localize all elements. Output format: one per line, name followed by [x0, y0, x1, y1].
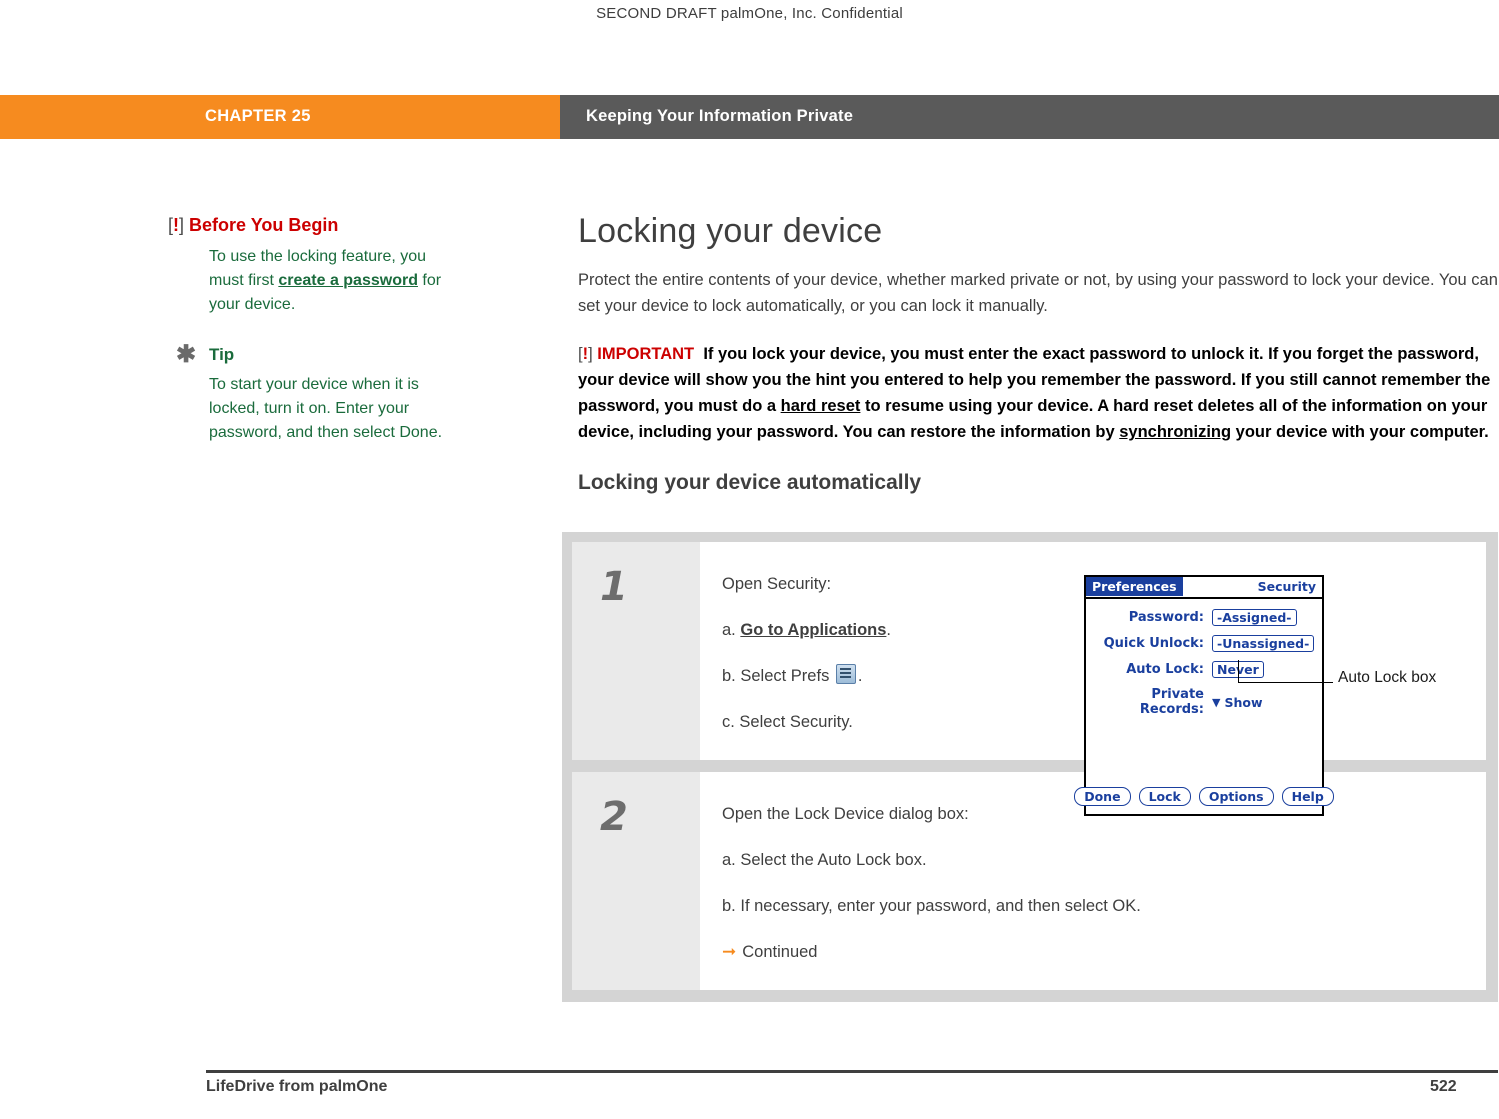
step-item-text: Select the Auto Lock box. [740, 851, 927, 869]
device-row-auto-lock: Auto Lock: Never [1086, 661, 1322, 678]
step-line: a. Select the Auto Lock box. [722, 848, 1466, 872]
step-row: 2 Open the Lock Device dialog box: a. Se… [572, 772, 1486, 990]
device-row-private-records: Private Records: ▼ Show [1086, 687, 1322, 717]
hard-reset-link[interactable]: hard reset [781, 397, 861, 415]
before-you-begin-heading-text: Before You Begin [189, 215, 339, 235]
done-button[interactable]: Done [1074, 787, 1131, 806]
private-records-label: Private Records: [1139, 687, 1204, 717]
footer-product-name: LifeDrive from palmOne [206, 1078, 388, 1095]
step-item-text: If necessary, enter your password, and t… [740, 897, 1141, 915]
important-callout: [!] IMPORTANT If you lock your device, y… [578, 341, 1498, 445]
device-button-bar: Done Lock Options Help [1074, 787, 1334, 806]
step-row: 1 Open Security: a. Go to Applications. … [572, 542, 1486, 760]
continued-arrow-icon: ➞ [722, 942, 737, 961]
chapter-title-label: Keeping Your Information Private [586, 107, 854, 125]
bracket-close: ] [179, 215, 185, 235]
before-you-begin-note: [!] Before You Begin To use the locking … [168, 215, 458, 317]
step-item-suffix: . [886, 621, 892, 639]
go-to-applications-link[interactable]: Go to Applications [740, 621, 886, 639]
step-item-prefix: a. [722, 851, 741, 869]
tip-heading: ✱ Tip [168, 341, 458, 368]
step-item-text: Select Security. [739, 713, 853, 731]
sidebar-notes: [!] Before You Begin To use the locking … [168, 215, 458, 473]
synchronizing-link[interactable]: synchronizing [1119, 423, 1231, 441]
options-button[interactable]: Options [1198, 787, 1274, 806]
asterisk-icon: ✱ [176, 341, 197, 368]
chevron-down-icon[interactable]: ▼ [1212, 696, 1220, 709]
callout-tick [1238, 660, 1239, 683]
lock-button[interactable]: Lock [1138, 787, 1191, 806]
device-row-quick-unlock: Quick Unlock: -Unassigned- [1086, 635, 1322, 652]
tip-heading-text: Tip [209, 345, 235, 364]
step-number: 2 [600, 794, 628, 840]
footer-page-number: 522 [1430, 1078, 1457, 1095]
main-content: Locking your device Protect the entire c… [578, 212, 1498, 513]
section-subtitle: Locking your device automatically [578, 471, 922, 494]
step-item-prefix: b. [722, 897, 741, 915]
important-bracket-close: ] [588, 345, 593, 363]
device-panel-title: Security [1257, 579, 1316, 594]
callout-label-auto-lock-box: Auto Lock box [1338, 669, 1437, 686]
intro-paragraph: Protect the entire contents of your devi… [578, 271, 1498, 315]
help-button[interactable]: Help [1281, 787, 1334, 806]
tip-note: ✱ Tip To start your device when it is lo… [168, 341, 458, 445]
steps-container: 1 Open Security: a. Go to Applications. … [562, 532, 1498, 1002]
step-item-text: Select Prefs [740, 667, 834, 685]
step-item-prefix: b. [722, 667, 741, 685]
device-app-title: Preferences [1086, 577, 1183, 596]
tip-body: To start your device when it is locked, … [209, 376, 443, 441]
continued-label: Continued [742, 943, 818, 961]
device-titlebar: Preferences Security [1086, 577, 1322, 599]
password-label: Password: [1128, 610, 1204, 625]
footer-divider [206, 1070, 1498, 1073]
quick-unlock-value[interactable]: -Unassigned- [1212, 635, 1315, 652]
auto-lock-label: Auto Lock: [1126, 662, 1204, 677]
draft-watermark-header: SECOND DRAFT palmOne, Inc. Confidential [596, 5, 903, 22]
password-value[interactable]: -Assigned- [1212, 609, 1297, 626]
chapter-number-label: CHAPTER 25 [205, 107, 311, 125]
step-number-cell: 1 [572, 542, 700, 760]
step-number: 1 [600, 564, 628, 610]
device-rows: Password: -Assigned- Quick Unlock: -Unas… [1086, 599, 1322, 717]
quick-unlock-label: Quick Unlock: [1103, 636, 1204, 651]
private-records-value[interactable]: Show [1224, 694, 1267, 710]
step-item-prefix: c. [722, 713, 740, 731]
important-tag: IMPORTANT [597, 345, 695, 363]
create-a-password-link[interactable]: create a password [278, 272, 418, 289]
before-you-begin-heading: [!] Before You Begin [168, 215, 458, 236]
step-line: b. If necessary, enter your password, an… [722, 894, 1466, 918]
before-you-begin-body: To use the locking feature, you must fir… [168, 245, 458, 317]
device-screenshot-security-prefs: Preferences Security Password: -Assigned… [1074, 575, 1334, 816]
prefs-icon [835, 664, 856, 684]
page-title: Locking your device [578, 212, 883, 250]
device-row-password: Password: -Assigned- [1086, 609, 1322, 626]
chapter-bar: CHAPTER 25 Keeping Your Information Priv… [0, 95, 1499, 139]
important-text-3: your device with your computer. [1231, 423, 1489, 441]
callout-leader-line [1238, 682, 1333, 683]
step-item-prefix: a. [722, 621, 741, 639]
step-number-cell: 2 [572, 772, 700, 990]
continued-line: ➞ Continued [722, 940, 1466, 964]
step-item-suffix: . [857, 667, 863, 685]
